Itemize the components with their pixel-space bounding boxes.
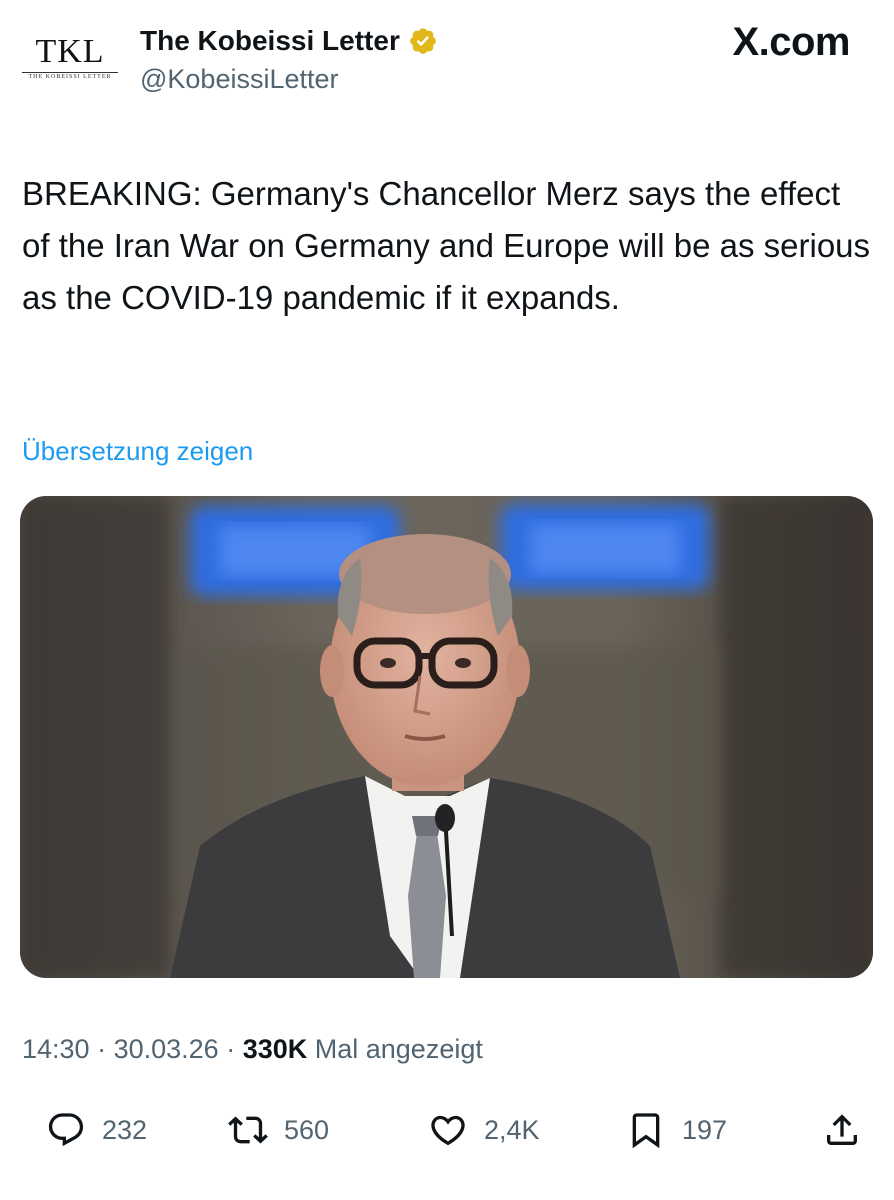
avatar-logo-text: TKL (35, 33, 105, 70)
author-name[interactable]: The Kobeissi Letter (140, 25, 400, 57)
author-name-row[interactable]: The Kobeissi Letter (140, 22, 438, 60)
repost-button[interactable]: 560 (228, 1100, 329, 1160)
verified-badge-icon (410, 28, 436, 54)
like-count: 2,4K (484, 1114, 540, 1145)
bookmark-button[interactable]: 197 (626, 1100, 727, 1160)
bookmark-count: 197 (682, 1114, 728, 1145)
tweet-time[interactable]: 14:30 (22, 1034, 90, 1064)
repost-icon (228, 1116, 268, 1144)
like-button[interactable]: 2,4K (428, 1100, 540, 1160)
repost-count: 560 (284, 1114, 330, 1145)
like-icon (431, 1115, 465, 1146)
bookmark-icon (632, 1113, 660, 1149)
tweet-date[interactable]: 30.03.26 (114, 1034, 219, 1064)
avatar-logo-subtext: THE KOBEISSI LETTER (22, 72, 118, 80)
reply-count: 232 (102, 1114, 148, 1145)
views-count: 330K (242, 1034, 308, 1064)
meta-separator: · (218, 1034, 243, 1064)
tweet-header: TKL THE KOBEISSI LETTER The Kobeissi Let… (0, 0, 894, 120)
translate-link[interactable]: Übersetzung zeigen (22, 436, 253, 467)
x-com-watermark: X.com (732, 20, 850, 64)
share-button[interactable] (822, 1100, 862, 1160)
tweet-actions-bar: 232 560 2,4K 197 (0, 1100, 894, 1160)
tweet-text: BREAKING: Germany's Chancellor Merz says… (22, 175, 871, 316)
reply-button[interactable]: 232 (46, 1100, 147, 1160)
author-handle[interactable]: @KobeissiLetter (140, 64, 339, 95)
avatar[interactable]: TKL THE KOBEISSI LETTER (22, 34, 118, 86)
tweet-media-photo[interactable] (20, 496, 873, 978)
reply-icon (48, 1113, 84, 1147)
meta-separator: · (89, 1034, 114, 1064)
views-label: Mal angezeigt (314, 1034, 483, 1064)
photo-illustration (20, 496, 873, 978)
share-icon (827, 1114, 857, 1145)
tweet-meta: 14:30 · 30.03.26 · 330K Mal angezeigt (22, 1034, 483, 1065)
